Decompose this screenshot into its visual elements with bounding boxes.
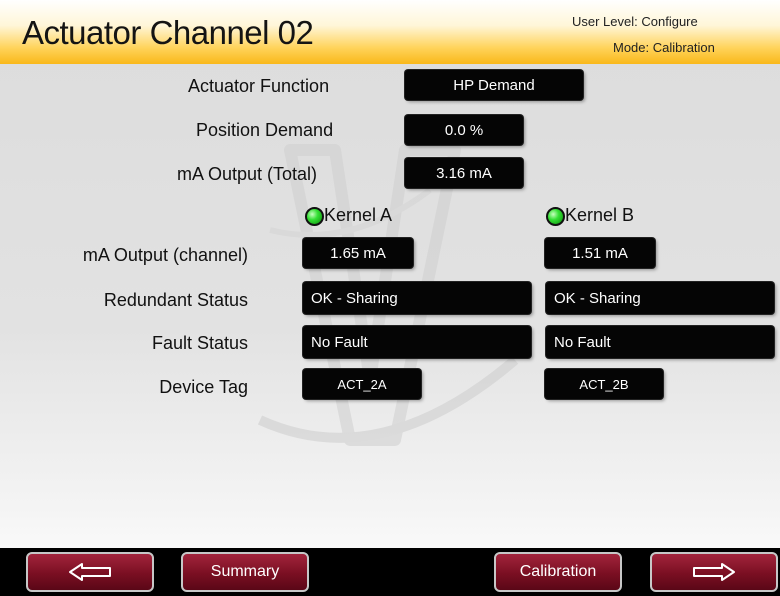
- kernel-a-ma-output-field[interactable]: 1.65 mA: [303, 238, 413, 268]
- position-demand-label: Position Demand: [196, 120, 334, 140]
- kernel-b-fault-status-field[interactable]: No Fault: [546, 326, 774, 358]
- kernel-a-status-led: [305, 207, 324, 226]
- redundant-status-label: Redundant Status: [103, 290, 248, 310]
- user-level-text: User Level: Configure: [572, 14, 698, 29]
- kernel-a-device-tag-field[interactable]: ACT_2A: [303, 369, 421, 399]
- kernel-b-device-tag-field[interactable]: ACT_2B: [545, 369, 663, 399]
- ma-output-total-field[interactable]: 3.16 mA: [405, 158, 523, 188]
- device-tag-label: Device Tag: [159, 377, 248, 397]
- ma-output-total-label: mA Output (Total): [177, 164, 318, 184]
- fault-status-label: Fault Status: [151, 333, 248, 353]
- page-title: Actuator Channel 02: [22, 14, 314, 51]
- left-arrow-icon: [69, 563, 111, 581]
- kernel-b-status-led: [546, 207, 565, 226]
- actuator-function-field[interactable]: HP Demand: [405, 70, 583, 100]
- kernel-b-redundant-status-field[interactable]: OK - Sharing: [546, 282, 774, 314]
- right-arrow-icon: [693, 563, 735, 581]
- actuator-function-label: Actuator Function: [188, 76, 330, 96]
- kernel-a-redundant-status-field[interactable]: OK - Sharing: [303, 282, 531, 314]
- summary-button[interactable]: Summary: [181, 552, 309, 592]
- kernel-b-ma-output-field[interactable]: 1.51 mA: [545, 238, 655, 268]
- next-page-button[interactable]: [650, 552, 778, 592]
- position-demand-field[interactable]: 0.0 %: [405, 115, 523, 145]
- actuator-channel-screen: Actuator Channel 02 User Level: Configur…: [0, 0, 780, 596]
- header-bar: Actuator Channel 02 User Level: Configur…: [0, 0, 780, 64]
- kernel-a-fault-status-field[interactable]: No Fault: [303, 326, 531, 358]
- ma-output-channel-label: mA Output (channel): [82, 245, 248, 265]
- mode-text: Mode: Calibration: [613, 40, 715, 55]
- previous-page-button[interactable]: [26, 552, 154, 592]
- kernel-a-label: Kernel A: [324, 205, 393, 225]
- calibration-button[interactable]: Calibration: [494, 552, 622, 592]
- kernel-b-label: Kernel B: [565, 205, 635, 225]
